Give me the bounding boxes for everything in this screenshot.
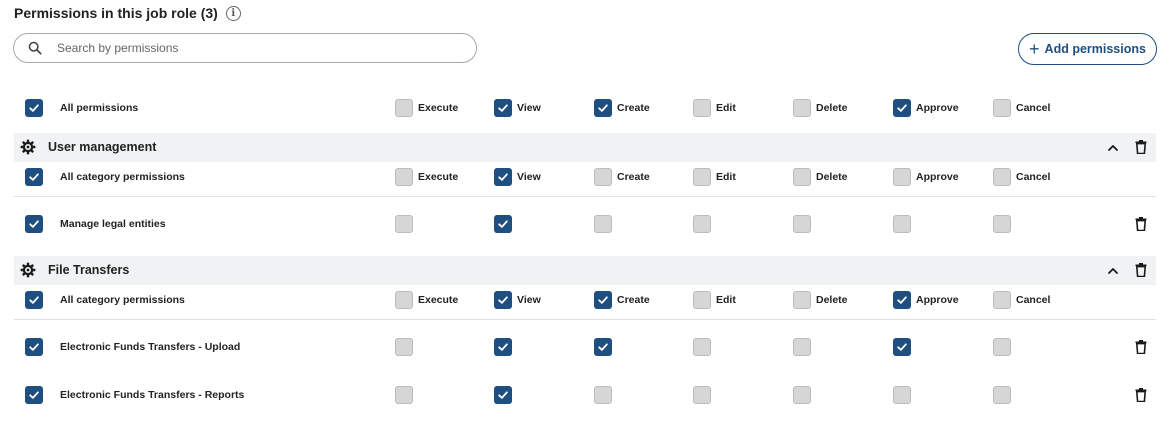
permission-row-label: Electronic Funds Transfers - Upload [60, 341, 241, 353]
all-permissions-row-checkbox[interactable] [25, 99, 43, 117]
category-all-row-view-checkbox[interactable] [494, 291, 512, 309]
page-title-text: Permissions in this job role (3) [14, 5, 218, 21]
all-permissions-row-create-label: Create [617, 102, 650, 114]
permission-row-checkbox[interactable] [25, 215, 43, 233]
gear-icon [20, 262, 36, 278]
chevron-up-icon[interactable] [1107, 141, 1119, 153]
category-delete-icon[interactable] [1135, 263, 1147, 278]
category-all-row-cancel-label: Cancel [1016, 171, 1051, 183]
permission-row-execute-checkbox[interactable] [395, 338, 413, 356]
all-permissions-row-approve-checkbox[interactable] [893, 99, 911, 117]
permission-row-execute-checkbox[interactable] [395, 386, 413, 404]
permission-row-edit-checkbox[interactable] [693, 386, 711, 404]
category-all-row-view-label: View [517, 171, 541, 183]
search-bar[interactable] [13, 33, 477, 63]
permission-row-checkbox[interactable] [25, 338, 43, 356]
all-permissions-row-view-checkbox[interactable] [494, 99, 512, 117]
chevron-up-icon[interactable] [1107, 264, 1119, 276]
permission-row-view-checkbox[interactable] [494, 338, 512, 356]
category-all-row-view-checkbox[interactable] [494, 168, 512, 186]
row-divider [14, 196, 1156, 197]
category-delete-icon[interactable] [1135, 140, 1147, 155]
permission-row-delete-checkbox[interactable] [793, 386, 811, 404]
category-name: File Transfers [48, 263, 130, 277]
plus-icon: + [1029, 39, 1040, 59]
permission-row-create-checkbox[interactable] [594, 338, 612, 356]
all-permissions-row-execute-label: Execute [418, 102, 459, 114]
category-all-row-approve-label: Approve [916, 171, 959, 183]
all-permissions-row-create-checkbox[interactable] [594, 99, 612, 117]
row-delete-icon[interactable] [1135, 388, 1147, 403]
category-all-row-create-label: Create [617, 171, 650, 183]
permission-row-execute-checkbox[interactable] [395, 215, 413, 233]
category-all-row-execute-checkbox[interactable] [395, 168, 413, 186]
category-all-row-execute-checkbox[interactable] [395, 291, 413, 309]
category-all-row-approve-checkbox[interactable] [893, 168, 911, 186]
all-permissions-row-edit-checkbox[interactable] [693, 99, 711, 117]
permission-row-cancel-checkbox[interactable] [993, 215, 1011, 233]
category-all-row-cancel-checkbox[interactable] [993, 291, 1011, 309]
category-all-row-approve-label: Approve [916, 294, 959, 306]
row-divider [14, 319, 1156, 320]
category-all-row-label: All category permissions [60, 171, 185, 183]
category-all-row-edit-checkbox[interactable] [693, 168, 711, 186]
all-permissions-row-edit-label: Edit [716, 102, 736, 114]
search-input[interactable] [57, 41, 437, 55]
category-all-row-delete-label: Delete [816, 171, 848, 183]
permission-row-label: Electronic Funds Transfers - Reports [60, 389, 245, 401]
permission-row-approve-checkbox[interactable] [893, 215, 911, 233]
add-permissions-button[interactable]: + Add permissions [1018, 33, 1157, 65]
category-all-row-delete-label: Delete [816, 294, 848, 306]
category-all-row-delete-checkbox[interactable] [793, 291, 811, 309]
all-permissions-row-cancel-label: Cancel [1016, 102, 1051, 114]
category-all-row-execute-label: Execute [418, 171, 459, 183]
category-all-row-view-label: View [517, 294, 541, 306]
category-all-row-edit-label: Edit [716, 171, 736, 183]
all-permissions-row-cancel-checkbox[interactable] [993, 99, 1011, 117]
category-all-row-checkbox[interactable] [25, 168, 43, 186]
permission-row-view-checkbox[interactable] [494, 386, 512, 404]
category-all-row-edit-checkbox[interactable] [693, 291, 711, 309]
row-delete-icon[interactable] [1135, 340, 1147, 355]
all-permissions-row-approve-label: Approve [916, 102, 959, 114]
category-all-row-cancel-checkbox[interactable] [993, 168, 1011, 186]
category-header [14, 133, 1156, 162]
permission-row-view-checkbox[interactable] [494, 215, 512, 233]
permission-row-delete-checkbox[interactable] [793, 215, 811, 233]
permission-row-cancel-checkbox[interactable] [993, 386, 1011, 404]
category-all-row-edit-label: Edit [716, 294, 736, 306]
category-all-row-checkbox[interactable] [25, 291, 43, 309]
all-permissions-row-label: All permissions [60, 102, 139, 114]
permission-row-edit-checkbox[interactable] [693, 215, 711, 233]
category-all-row-execute-label: Execute [418, 294, 459, 306]
permission-row-cancel-checkbox[interactable] [993, 338, 1011, 356]
permission-row-delete-checkbox[interactable] [793, 338, 811, 356]
add-permissions-label: Add permissions [1044, 42, 1146, 56]
category-all-row-label: All category permissions [60, 294, 185, 306]
category-all-row-create-checkbox[interactable] [594, 168, 612, 186]
category-name: User management [48, 140, 157, 154]
permission-row-create-checkbox[interactable] [594, 386, 612, 404]
category-all-row-create-label: Create [617, 294, 650, 306]
permission-row-create-checkbox[interactable] [594, 215, 612, 233]
all-permissions-row-execute-checkbox[interactable] [395, 99, 413, 117]
all-permissions-row-view-label: View [517, 102, 541, 114]
search-icon [28, 41, 42, 55]
info-icon[interactable]: i [225, 5, 241, 21]
permission-row-label: Manage legal entities [60, 218, 166, 230]
page-title: Permissions in this job role (3) i [14, 4, 241, 22]
permission-row-approve-checkbox[interactable] [893, 338, 911, 356]
all-permissions-row-delete-label: Delete [816, 102, 848, 114]
category-all-row-cancel-label: Cancel [1016, 294, 1051, 306]
category-all-row-approve-checkbox[interactable] [893, 291, 911, 309]
permission-row-checkbox[interactable] [25, 386, 43, 404]
gear-icon [20, 139, 36, 155]
permission-row-approve-checkbox[interactable] [893, 386, 911, 404]
category-all-row-create-checkbox[interactable] [594, 291, 612, 309]
all-permissions-row-delete-checkbox[interactable] [793, 99, 811, 117]
permission-row-edit-checkbox[interactable] [693, 338, 711, 356]
category-header [14, 256, 1156, 285]
category-all-row-delete-checkbox[interactable] [793, 168, 811, 186]
row-delete-icon[interactable] [1135, 217, 1147, 232]
